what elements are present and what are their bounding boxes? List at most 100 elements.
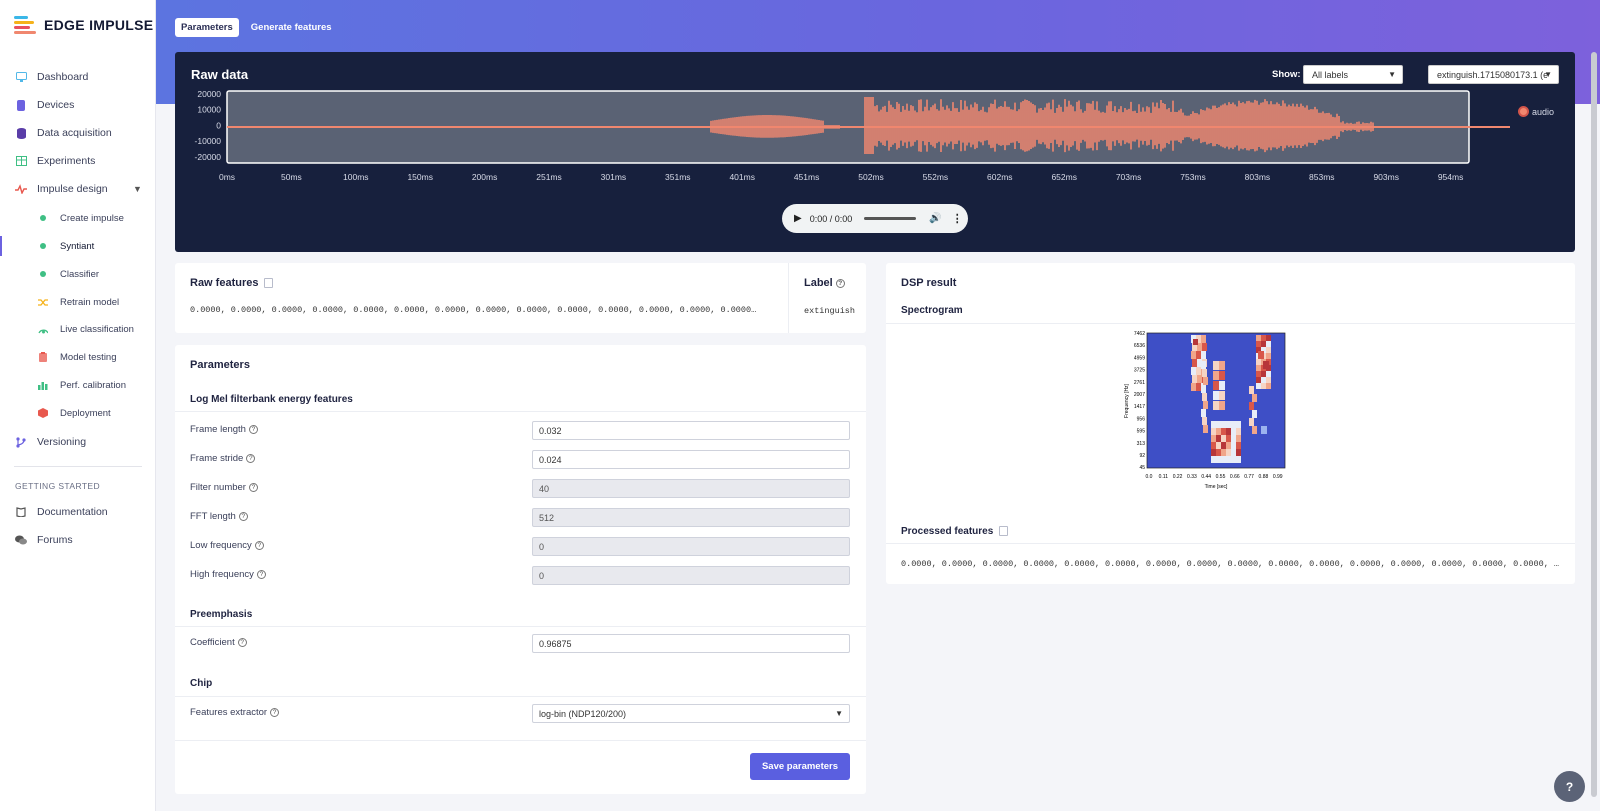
sidebar-item-label: Versioning — [37, 436, 87, 448]
spectrogram-cell — [1226, 435, 1231, 442]
low-frequency-input: 0 — [532, 537, 850, 556]
help-icon[interactable]: ? — [237, 638, 247, 647]
audio-progress[interactable] — [864, 217, 917, 220]
divider — [886, 323, 1575, 324]
spectrogram-x-tick: 0.99 — [1273, 474, 1283, 480]
volume-icon[interactable]: 🔊 — [929, 213, 941, 224]
sidebar-item-deployment[interactable]: Deployment — [38, 405, 111, 421]
waveform-legend[interactable]: audio — [1518, 106, 1554, 117]
spectrogram-cell — [1231, 456, 1236, 463]
help-icon[interactable]: ? — [256, 570, 266, 579]
sidebar-item-documentation[interactable]: Documentation — [14, 503, 108, 521]
dsp-result-title: DSP result — [901, 277, 957, 289]
help-button[interactable]: ? — [1554, 771, 1585, 802]
brand-logo[interactable]: EDGE IMPULSE — [14, 16, 153, 34]
sidebar-item-devices[interactable]: Devices — [14, 96, 74, 114]
more-vertical-icon[interactable]: ⋮ — [952, 212, 963, 225]
high-frequency-label: High frequency? — [190, 569, 266, 580]
spectrogram-cell — [1266, 383, 1271, 389]
frame-length-label: Frame length? — [190, 424, 258, 435]
sidebar-item-retrain-model[interactable]: Retrain model — [38, 294, 119, 310]
spectrogram-x-tick: 0.88 — [1259, 474, 1269, 480]
help-icon[interactable]: ? — [835, 278, 845, 288]
copy-icon[interactable] — [264, 278, 274, 289]
frame-length-input[interactable]: 0.032 — [532, 421, 850, 440]
help-icon[interactable]: ? — [246, 454, 256, 463]
sidebar-item-forums[interactable]: Forums — [14, 531, 73, 549]
features-extractor-select[interactable]: log-bin (NDP120/200) ▼ — [532, 704, 850, 723]
spectrogram-cell — [1196, 383, 1201, 391]
sidebar-item-create-impulse[interactable]: Create impulse — [38, 210, 124, 226]
spectrogram-cell — [1216, 456, 1221, 463]
spectrogram-cell — [1261, 335, 1266, 341]
spectrogram-cell — [1249, 402, 1254, 410]
sidebar-item-perf-calibration[interactable]: Perf. calibration — [38, 377, 126, 393]
x-tick-label: 200ms — [472, 172, 498, 182]
raw-features-title: Raw features — [190, 277, 274, 289]
divider — [175, 626, 866, 627]
x-tick-label: 652ms — [1051, 172, 1077, 182]
sidebar-item-label: Live classification — [60, 323, 134, 335]
y-tick-label: -10000 — [195, 136, 222, 146]
x-tick-label: 703ms — [1116, 172, 1142, 182]
spectrogram-cell — [1203, 401, 1208, 409]
spectrogram-cell — [1236, 421, 1241, 428]
sidebar-item-versioning[interactable]: Versioning — [14, 433, 86, 451]
waveform-chart[interactable]: 20000 10000 0 -10000 -20000 0ms 50ms 100ms 150m… — [175, 88, 1575, 198]
status-dot-icon — [38, 243, 48, 249]
getting-started-heading: GETTING STARTED — [15, 481, 101, 491]
x-tick-label: 301ms — [601, 172, 627, 182]
bar-chart-icon — [38, 381, 48, 390]
spectrogram-cell — [1211, 456, 1216, 463]
sample-select[interactable]: extinguish.1715080173.1 (e ▼ — [1428, 65, 1559, 84]
x-tick-label: 251ms — [536, 172, 562, 182]
save-parameters-button[interactable]: Save parameters — [750, 753, 850, 780]
monitor-icon — [14, 72, 28, 82]
coefficient-input[interactable]: 0.96875 — [532, 634, 850, 653]
spectrogram-cell — [1202, 417, 1207, 425]
table-icon — [14, 156, 28, 166]
preemphasis-group-title: Preemphasis — [190, 609, 253, 620]
chevron-down-icon[interactable]: ▼ — [133, 184, 142, 194]
field-label: Coefficient — [190, 637, 235, 648]
sidebar-item-syntiant[interactable]: Syntiant — [38, 238, 94, 254]
sidebar-item-model-testing[interactable]: Model testing — [38, 349, 117, 365]
spectrogram-title: Spectrogram — [901, 305, 963, 316]
help-icon[interactable]: ? — [248, 483, 258, 492]
spectrogram-cell — [1201, 409, 1206, 417]
frame-stride-input[interactable]: 0.024 — [532, 450, 850, 469]
spectrogram-cell — [1219, 401, 1225, 410]
help-icon[interactable]: ? — [238, 512, 248, 521]
help-icon[interactable]: ? — [270, 708, 280, 717]
tab-generate-features[interactable]: Generate features — [245, 18, 338, 37]
spectrogram-cell — [1216, 421, 1221, 428]
features-extractor-label: Features extractor? — [190, 707, 280, 718]
help-icon[interactable]: ? — [254, 541, 264, 550]
sidebar-item-classifier[interactable]: Classifier — [38, 266, 99, 282]
tab-parameters[interactable]: Parameters — [175, 18, 239, 37]
sidebar-item-label: Perf. calibration — [60, 379, 127, 391]
sidebar-item-experiments[interactable]: Experiments — [14, 152, 95, 170]
x-tick-label: 401ms — [729, 172, 755, 182]
comments-icon — [14, 535, 28, 545]
label-filter-select[interactable]: All labels ▼ — [1303, 65, 1403, 84]
divider — [175, 411, 866, 412]
sidebar-item-label: Documentation — [37, 506, 108, 518]
sidebar-item-label: Create impulse — [60, 212, 124, 224]
scrollbar[interactable] — [1591, 52, 1597, 797]
sidebar-item-label: Retrain model — [60, 296, 120, 308]
frame-stride-label: Frame stride? — [190, 453, 256, 464]
sidebar-item-dashboard[interactable]: Dashboard — [14, 68, 88, 86]
legend-dot-icon — [1518, 106, 1529, 117]
sidebar-item-impulse-design[interactable]: Impulse design — [14, 180, 108, 198]
spectrogram-cell — [1201, 335, 1206, 343]
copy-icon[interactable] — [999, 526, 1009, 537]
sidebar-item-data-acquisition[interactable]: Data acquisition — [14, 124, 112, 142]
audio-player[interactable]: ▶ 0:00 / 0:00 🔊 ⋮ — [782, 204, 968, 233]
help-icon[interactable]: ? — [248, 425, 258, 434]
play-icon[interactable]: ▶ — [794, 213, 802, 224]
sidebar-item-live-classification[interactable]: Live classification — [38, 321, 134, 337]
spectrogram-cell — [1219, 371, 1225, 380]
spectrogram-cell — [1261, 341, 1266, 347]
spectrogram-x-tick: 0.0 — [1146, 474, 1153, 480]
